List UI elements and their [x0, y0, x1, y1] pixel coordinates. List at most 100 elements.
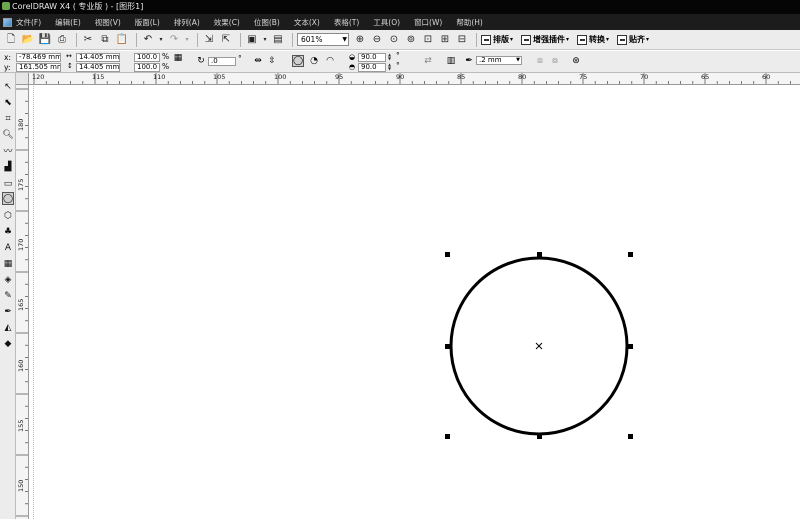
menu-edit[interactable]: 编辑(E) — [55, 17, 81, 28]
save-icon[interactable]: 💾 — [38, 33, 52, 47]
mirror-vertical-icon[interactable]: ⇳ — [266, 55, 278, 67]
y-position-input[interactable]: 161.505 mm — [16, 63, 61, 72]
selection-handle-bottom-right[interactable] — [628, 434, 633, 439]
new-document-icon[interactable]: 🗋 — [4, 33, 18, 47]
horizontal-ruler[interactable]: 120 115 110 105 100 95 90 85 80 75 70 65… — [29, 73, 800, 85]
convert-button[interactable]: 转换 ▾ — [577, 34, 609, 45]
welcome-screen-icon[interactable]: ▤ — [271, 33, 285, 47]
ruler-label: 165 — [17, 298, 25, 311]
x-position-label: x: — [4, 53, 11, 62]
pick-tool-icon[interactable]: ↖ — [2, 80, 14, 93]
start-angle-spinner-icon[interactable]: ▲ ▼ — [388, 53, 393, 62]
launcher-dropdown-icon[interactable]: ▾ — [262, 33, 268, 47]
zoom-page-height-icon[interactable]: ⊟ — [455, 33, 469, 47]
menu-table[interactable]: 表格(T) — [334, 17, 359, 28]
arc-direction-icon[interactable]: ⇄ — [422, 55, 434, 67]
page-border — [33, 86, 34, 519]
zoom-page-width-icon[interactable]: ⊞ — [438, 33, 452, 47]
freehand-tool-icon[interactable]: 〰 — [2, 144, 14, 157]
zoom-tool-icon[interactable]: 🔍︎ — [2, 128, 14, 141]
x-position-input[interactable]: -78.469 mm — [16, 53, 61, 62]
object-height-input[interactable]: 14.405 mm — [76, 63, 120, 72]
selection-handle-left[interactable] — [445, 344, 450, 349]
selection-handle-top[interactable] — [537, 252, 542, 257]
start-angle-input[interactable]: 90.0 — [358, 53, 386, 62]
smart-fill-tool-icon[interactable]: ▟ — [2, 160, 14, 173]
ruler-label: 115 — [92, 73, 105, 81]
scale-y-input[interactable]: 100.0 — [134, 63, 160, 72]
selection-handle-bottom-left[interactable] — [445, 434, 450, 439]
undo-dropdown-icon[interactable]: ▾ — [158, 33, 164, 47]
redo-dropdown-icon[interactable]: ▾ — [184, 33, 190, 47]
application-launcher-icon[interactable]: ▣ — [245, 33, 259, 47]
object-center-marker[interactable] — [535, 342, 543, 350]
zoom-out-icon[interactable]: ⊖ — [370, 33, 384, 47]
zoom-in-icon[interactable]: ⊕ — [353, 33, 367, 47]
open-folder-icon[interactable]: 📂 — [21, 33, 35, 47]
menu-bitmaps[interactable]: 位图(B) — [254, 17, 280, 28]
end-angle-input[interactable]: 90.0 — [358, 63, 386, 72]
menu-file[interactable]: 文件(F) — [16, 17, 41, 28]
pie-mode-icon[interactable]: ◔ — [308, 55, 320, 67]
text-tool-icon[interactable]: A — [2, 241, 14, 254]
interactive-fill-tool-icon[interactable]: ◆ — [2, 337, 14, 350]
outline-width-select[interactable]: .2 mm ▼ — [476, 56, 522, 65]
arc-mode-icon[interactable]: ◠ — [324, 55, 336, 67]
document-menu-icon[interactable] — [3, 17, 12, 27]
rotation-angle-input[interactable]: .0 — [208, 57, 236, 66]
copy-icon[interactable]: ⧉ — [98, 33, 112, 47]
fill-tool-icon[interactable]: ◭ — [2, 321, 14, 334]
undo-icon[interactable]: ↶ — [141, 33, 155, 47]
selection-handle-top-left[interactable] — [445, 252, 450, 257]
polygon-tool-icon[interactable]: ⬡ — [2, 209, 14, 222]
zoom-all-objects-icon[interactable]: ⊚ — [404, 33, 418, 47]
menu-help[interactable]: 帮助(H) — [456, 17, 483, 28]
menu-tools[interactable]: 工具(O) — [373, 17, 400, 28]
paste-icon[interactable]: 📋 — [115, 33, 129, 47]
print-icon[interactable]: ⎙ — [55, 33, 69, 47]
to-front-icon[interactable]: ⧈ — [534, 55, 546, 67]
basic-shapes-tool-icon[interactable]: ♣ — [2, 225, 14, 238]
menu-arrange[interactable]: 排列(A) — [174, 17, 200, 28]
typeset-button[interactable]: 排版 ▾ — [481, 34, 513, 45]
toolbar-separator — [197, 32, 198, 47]
lock-ratio-icon[interactable]: ▦ — [172, 52, 184, 64]
vertical-ruler[interactable]: 180 175 170 165 160 155 150 — [16, 85, 29, 519]
convert-to-curves-icon[interactable]: ⊛ — [570, 55, 582, 67]
zoom-page-icon[interactable]: ⊡ — [421, 33, 435, 47]
wrap-text-icon[interactable]: ▥ — [445, 55, 457, 67]
interactive-blend-tool-icon[interactable]: ◈ — [2, 273, 14, 286]
snap-to-button[interactable]: 贴齐 ▾ — [617, 34, 649, 45]
chevron-down-icon: ▾ — [646, 36, 650, 43]
shape-tool-icon[interactable]: ⬉ — [2, 96, 14, 109]
export-icon[interactable]: ⇱ — [219, 33, 233, 47]
zoom-selected-icon[interactable]: ⊙ — [387, 33, 401, 47]
menu-view[interactable]: 视图(V) — [95, 17, 121, 28]
table-tool-icon[interactable]: ▦ — [2, 257, 14, 270]
ruler-origin[interactable] — [16, 73, 29, 85]
selection-handle-top-right[interactable] — [628, 252, 633, 257]
redo-icon[interactable]: ↷ — [167, 33, 181, 47]
rectangle-tool-icon[interactable]: ▭ — [2, 177, 14, 190]
ellipse-tool-icon[interactable]: ◯ — [2, 192, 14, 205]
mirror-horizontal-icon[interactable]: ⇹ — [252, 55, 264, 67]
end-angle-spinner-icon[interactable]: ▲ ▼ — [388, 63, 393, 72]
crop-tool-icon[interactable]: ⌗ — [2, 112, 14, 125]
ellipse-mode-icon[interactable]: ◯ — [292, 55, 304, 67]
menu-text[interactable]: 文本(X) — [294, 17, 320, 28]
eyedropper-tool-icon[interactable]: ✎ — [2, 289, 14, 302]
scale-x-input[interactable]: 100.0 — [134, 53, 160, 62]
to-back-icon[interactable]: ⧇ — [549, 55, 561, 67]
selection-handle-right[interactable] — [628, 344, 633, 349]
drawing-canvas[interactable] — [30, 86, 800, 519]
cut-icon[interactable]: ✂ — [81, 33, 95, 47]
outline-tool-icon[interactable]: ✒ — [2, 305, 14, 318]
menu-effects[interactable]: 效果(C) — [214, 17, 240, 28]
import-icon[interactable]: ⇲ — [202, 33, 216, 47]
menu-window[interactable]: 窗口(W) — [414, 17, 442, 28]
selection-handle-bottom[interactable] — [537, 434, 542, 439]
zoom-level-select[interactable]: 601% ▼ — [297, 33, 349, 46]
menu-layout[interactable]: 版面(L) — [135, 17, 160, 28]
enhance-plugin-button[interactable]: 增强插件 ▾ — [521, 34, 569, 45]
object-width-input[interactable]: 14.405 mm — [76, 53, 120, 62]
